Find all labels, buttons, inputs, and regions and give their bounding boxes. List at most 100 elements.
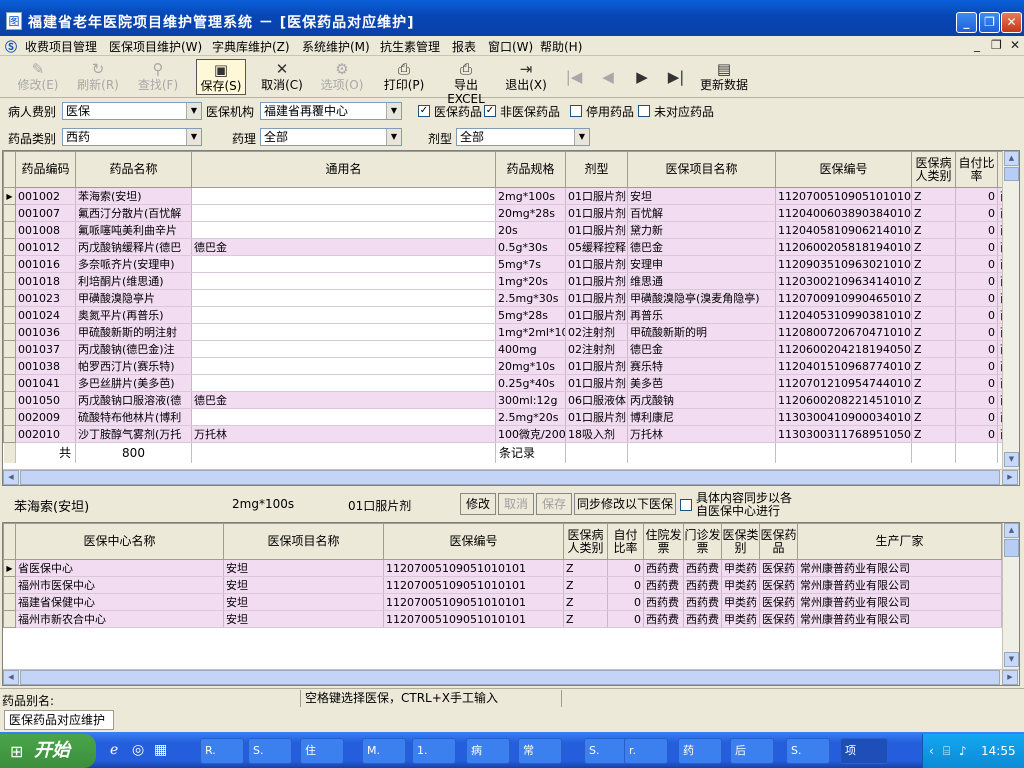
drug-spec[interactable]: 2.5mg*30s — [495, 289, 566, 307]
disabled-drug-checkbox[interactable] — [570, 105, 582, 117]
modify-button[interactable]: ✎ 修改(E) — [14, 60, 62, 92]
row-indicator[interactable] — [3, 255, 16, 273]
generic-name[interactable]: 德巴金 — [191, 238, 496, 256]
chevron-down-icon[interactable]: ▼ — [186, 129, 201, 145]
center-code[interactable]: 11207005109051010101 — [383, 593, 564, 611]
scroll-thumb[interactable] — [1004, 539, 1019, 557]
insurance-code[interactable]: 11303003117689510501 — [775, 425, 912, 443]
self-pay-ratio[interactable]: 0 — [955, 425, 998, 443]
dosage-form[interactable]: 01口服片剂 — [565, 357, 628, 375]
taskbar-item[interactable]: M. — [362, 738, 406, 764]
table-row[interactable]: ▶ 001002 苯海索(安坦) 2mg*100s 01口服片剂 安坦 1120700510… — [3, 187, 1006, 205]
generic-name[interactable] — [191, 255, 496, 273]
chevron-down-icon[interactable]: ▼ — [386, 103, 401, 119]
drug-code[interactable]: 001016 — [15, 255, 76, 273]
mdi-tab-drug-mapping[interactable]: 医保药品对应维护 — [4, 710, 114, 730]
mdi-minimize-icon[interactable]: _ — [974, 38, 980, 52]
table-row[interactable]: 001037 丙戊酸钠(德巴金)注 400mg 02注射剂 德巴金 11206002042… — [3, 340, 1006, 358]
drug-spec[interactable]: 20s — [495, 221, 566, 239]
patient-type[interactable]: Z — [911, 374, 956, 392]
scroll-down-icon[interactable]: ▼ — [1004, 452, 1019, 467]
insurance-item-name[interactable]: 德巴金 — [627, 340, 776, 358]
self-pay-ratio[interactable]: 0 — [955, 272, 998, 290]
header-insurance-item[interactable]: 医保项目名称 — [627, 151, 776, 188]
dosage-form[interactable]: 01口服片剂 — [565, 306, 628, 324]
find-button[interactable]: ⚲ 查找(F) — [134, 60, 182, 92]
insurance-drug[interactable]: 医保药 — [759, 559, 798, 577]
header-inpatient-invoice[interactable]: 住院发票 — [643, 523, 684, 560]
scroll-up-icon[interactable]: ▲ — [1004, 151, 1019, 166]
row-indicator[interactable] — [3, 374, 16, 392]
self-pay-ratio[interactable]: 0 — [955, 340, 998, 358]
table-row[interactable]: 001024 奥氮平片(再普乐) 5mg*28s 01口服片剂 再普乐 112040531… — [3, 306, 1006, 324]
inpatient-invoice[interactable]: 西药费 — [643, 576, 684, 594]
outpatient-invoice[interactable]: 西药费 — [683, 559, 722, 577]
insurance-item-name[interactable]: 德巴金 — [627, 238, 776, 256]
self-pay-ratio[interactable]: 0 — [955, 221, 998, 239]
menu-dictionary[interactable]: 字典库维护(Z) — [212, 38, 290, 55]
drug-code[interactable]: 001018 — [15, 272, 76, 290]
dosage-form[interactable]: 01口服片剂 — [565, 187, 628, 205]
drug-name[interactable]: 多奈哌齐片(安理申) — [75, 255, 192, 273]
header-outpatient-invoice[interactable]: 门诊发票 — [683, 523, 722, 560]
patient-type[interactable]: Z — [911, 289, 956, 307]
insurance-code[interactable]: 11303004109000340101 — [775, 408, 912, 426]
drug-name[interactable]: 丙戊酸钠缓释片(德巴 — [75, 238, 192, 256]
table-row[interactable]: 002010 沙丁胺醇气雾剂(万托 万托林 100微克/200 18吸入剂 万托林 1130… — [3, 425, 1006, 443]
sync-checkbox[interactable] — [680, 499, 692, 511]
taskbar-item[interactable]: S. — [248, 738, 292, 764]
patient-type[interactable]: Z — [911, 255, 956, 273]
center-patient-type[interactable]: Z — [563, 610, 608, 628]
patient-type[interactable]: Z — [911, 272, 956, 290]
self-pay-ratio[interactable]: 0 — [955, 374, 998, 392]
insurance-category[interactable]: 甲类药 — [721, 559, 760, 577]
generic-name[interactable] — [191, 357, 496, 375]
generic-name[interactable]: 德巴金 — [191, 391, 496, 409]
center-item-name[interactable]: 安坦 — [223, 576, 384, 594]
dosage-form[interactable]: 01口服片剂 — [565, 204, 628, 222]
header-form[interactable]: 剂型 — [565, 151, 628, 188]
row-indicator[interactable] — [3, 238, 16, 256]
header-generic-name[interactable]: 通用名 — [191, 151, 496, 188]
mdi-close-icon[interactable]: ✕ — [1010, 38, 1020, 52]
self-pay-ratio[interactable]: 0 — [955, 187, 998, 205]
row-indicator[interactable]: ▶ — [3, 187, 16, 205]
row-indicator[interactable] — [3, 289, 16, 307]
header-insurance-code[interactable]: 医保编号 — [775, 151, 912, 188]
patient-type[interactable]: Z — [911, 425, 956, 443]
table-row[interactable]: 001038 帕罗西汀片(赛乐特) 20mg*10s 01口服片剂 赛乐特 1120401… — [3, 357, 1006, 375]
generic-name[interactable] — [191, 306, 496, 324]
menu-reports[interactable]: 报表 — [452, 38, 476, 55]
header-drug-code[interactable]: 药品编码 — [15, 151, 76, 188]
center-ratio[interactable]: 0 — [607, 610, 644, 628]
drug-spec[interactable]: 400mg — [495, 340, 566, 358]
center-item-name[interactable]: 安坦 — [223, 610, 384, 628]
drug-code[interactable]: 001024 — [15, 306, 76, 324]
drug-code[interactable]: 002010 — [15, 425, 76, 443]
dosage-form[interactable]: 18吸入剂 — [565, 425, 628, 443]
insurance-item-name[interactable]: 再普乐 — [627, 306, 776, 324]
header-self-pay-ratio[interactable]: 自付比率 — [955, 151, 998, 188]
scroll-up-icon[interactable]: ▲ — [1004, 523, 1019, 538]
generic-name[interactable] — [191, 408, 496, 426]
center-name[interactable]: 福州市医保中心 — [15, 576, 224, 594]
center-grid-horizontal-scrollbar[interactable]: ◀ ▶ — [3, 669, 1019, 685]
row-indicator[interactable] — [3, 340, 16, 358]
drug-code[interactable]: 001038 — [15, 357, 76, 375]
table-row[interactable]: 001018 利培酮片(维思通) 1mg*20s 01口服片剂 维思通 112030021… — [3, 272, 1006, 290]
generic-name[interactable] — [191, 204, 496, 222]
insurance-center-grid[interactable]: 医保中心名称 医保项目名称 医保编号 医保病人类别 自付比率 住院发票 门诊发票… — [2, 522, 1020, 686]
insurance-item-name[interactable]: 赛乐特 — [627, 357, 776, 375]
center-name[interactable]: 福建省保健中心 — [15, 593, 224, 611]
insured-checkbox[interactable]: ✓ — [418, 105, 430, 117]
generic-name[interactable] — [191, 289, 496, 307]
generic-name[interactable] — [191, 272, 496, 290]
table-row[interactable]: 001012 丙戊酸钠缓释片(德巴 德巴金 0.5g*30s 05缓释控释 德巴金 1120… — [3, 238, 1006, 256]
taskbar-item[interactable]: 常 — [518, 738, 562, 764]
self-pay-ratio[interactable]: 0 — [955, 323, 998, 341]
menu-window[interactable]: 窗口(W) — [488, 38, 533, 55]
drug-code[interactable]: 001050 — [15, 391, 76, 409]
row-indicator[interactable] — [3, 323, 16, 341]
drug-name[interactable]: 氟西汀分散片(百忧解 — [75, 204, 192, 222]
chevron-down-icon[interactable]: ▼ — [186, 103, 201, 119]
